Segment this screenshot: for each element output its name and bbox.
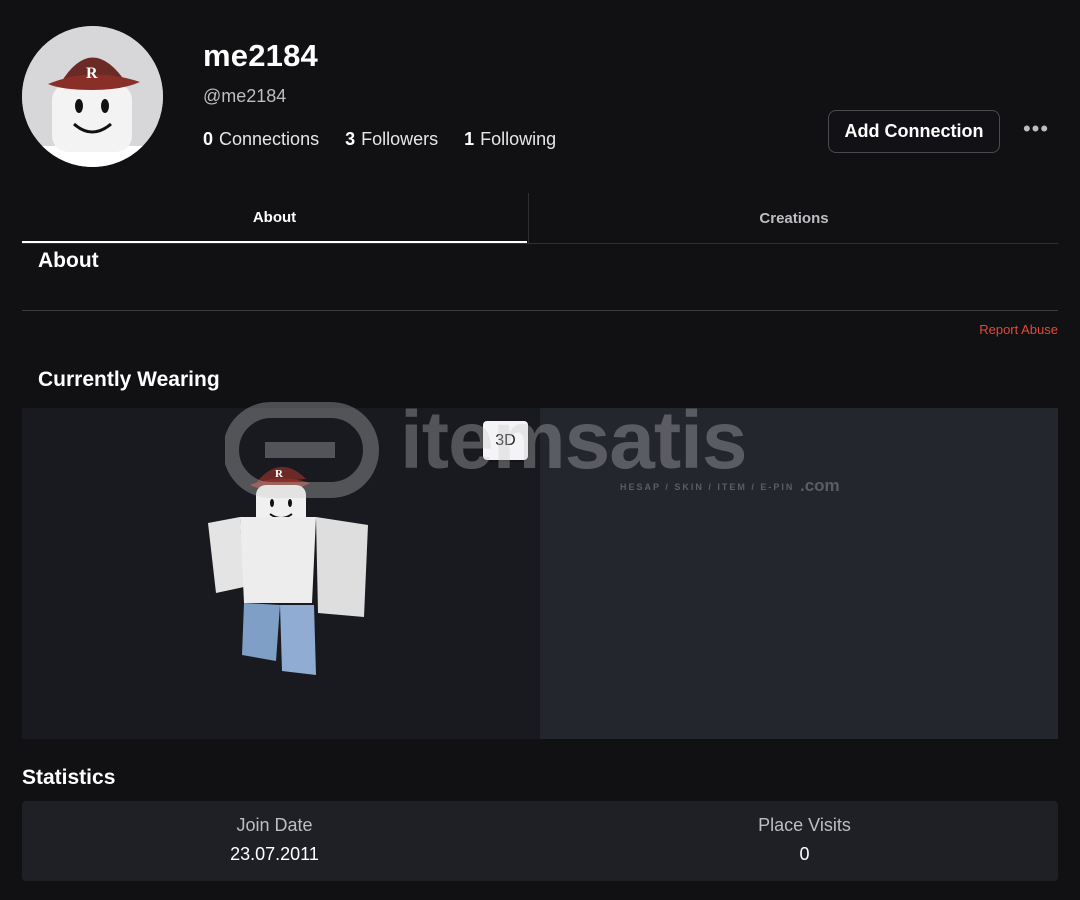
toggle-3d-button[interactable]: 3D [483,421,528,460]
statistics-heading: Statistics [22,766,116,789]
join-date-label: Join Date [236,815,313,835]
place-visits-label: Place Visits [758,815,851,835]
connections-label: Connections [219,129,320,149]
currently-wearing-heading: Currently Wearing [38,368,220,391]
about-divider [22,310,1058,311]
avatar-full-body-image: R [208,466,368,675]
profile-social-stats: 0 Connections 3 Followers 1 Following [203,129,556,150]
profile-avatar[interactable]: R [22,26,163,167]
followers-count: 3 [345,129,356,149]
profile-display-name: me2184 [203,38,318,73]
svg-text:R: R [275,468,284,480]
following-link[interactable]: 1 Following [464,129,556,150]
join-date-value: 23.07.2011 [230,844,319,864]
tab-about[interactable]: About [22,193,527,243]
connections-link[interactable]: 0 Connections [203,129,319,150]
more-horizontal-icon[interactable]: ••• [1020,118,1052,146]
avatar-headshot-image: R [22,26,163,167]
wearing-items-panel [540,408,1058,739]
followers-link[interactable]: 3 Followers [345,129,438,150]
report-abuse-link[interactable]: Report Abuse [979,322,1058,337]
about-heading: About [38,249,99,272]
following-label: Following [480,129,557,149]
profile-tabs: About Creations [22,193,1058,244]
connections-count: 0 [203,129,214,149]
place-visits-value: 0 [799,844,810,864]
followers-label: Followers [361,129,439,149]
following-count: 1 [464,129,475,149]
place-visits-stat: Place Visits 0 [552,815,1057,865]
join-date-stat: Join Date 23.07.2011 [22,815,527,865]
statistics-panel: Join Date 23.07.2011 Place Visits 0 [22,801,1058,881]
tab-creations[interactable]: Creations [528,193,1059,243]
add-connection-button[interactable]: Add Connection [828,110,1000,153]
svg-text:R: R [86,65,98,82]
profile-handle: @me2184 [203,86,287,106]
